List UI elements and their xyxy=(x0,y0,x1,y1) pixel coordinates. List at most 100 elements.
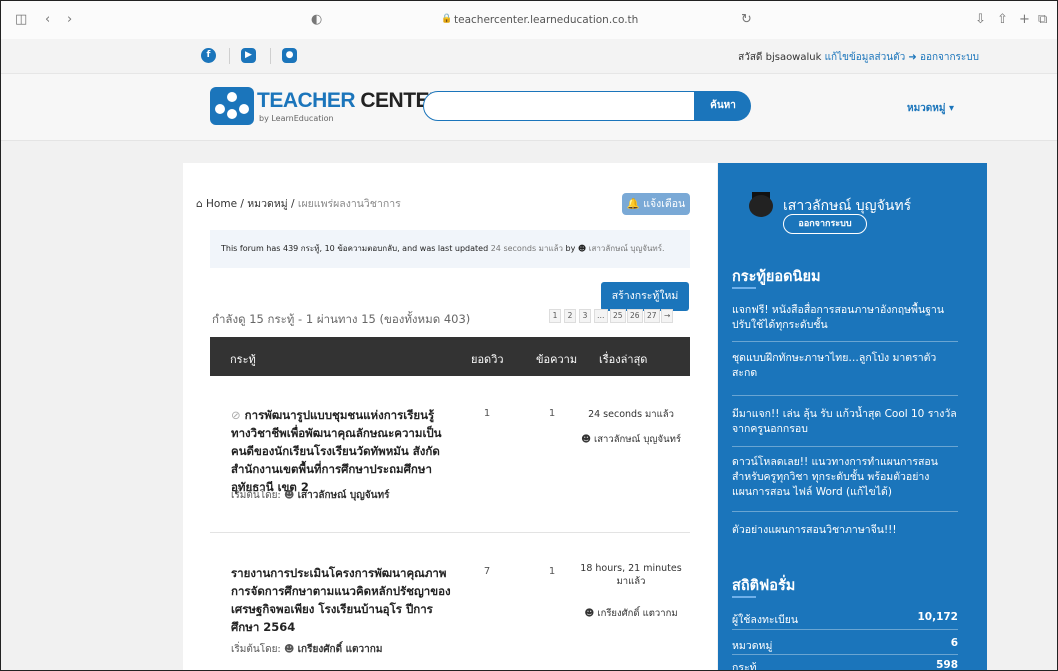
top-bar: f ▶ ● สวัสดี bjsaowaluk แก้ไขข้อมูลส่วนต… xyxy=(1,39,1057,74)
col-posts: ข้อความ xyxy=(536,353,578,366)
popular-topic-link[interactable]: ชุดแบบฝึกทักษะภาษาไทย…ลูกโป่ง มาตราตัว ส… xyxy=(732,351,958,381)
views-count: 7 xyxy=(483,566,491,577)
user-avatar-icon: ☻ xyxy=(284,490,295,501)
tabs-overview-icon[interactable]: ⧉ xyxy=(1038,12,1047,27)
divider xyxy=(229,48,230,64)
stat-row: ผู้ใช้ลงทะเบียน 10,172 xyxy=(732,611,958,628)
new-tab-icon[interactable]: + xyxy=(1019,12,1030,27)
last-updated-user[interactable]: เสาวลักษณ์ บุญจันทร์. xyxy=(589,244,665,253)
back-icon[interactable]: ‹ xyxy=(45,12,50,27)
logo-icon[interactable] xyxy=(210,87,254,125)
divider xyxy=(732,341,958,342)
stat-row: กระทู้ 598 xyxy=(732,659,958,671)
forum-info-box: This forum has 439 กระทู้, 10 ข้อความตอบ… xyxy=(210,230,690,268)
user-avatar-icon: ☻ xyxy=(577,244,587,253)
started-by: เริ่มต้นโดย: ☻ เกรียงศักดิ์ แตวากม xyxy=(231,644,383,655)
popular-topic-link[interactable]: ตัวอย่างแผนการสอนวิชาภาษาจีน!!! xyxy=(732,523,958,538)
forum-main: ⌂ Home / หมวดหมู่ / เผยแพร่ผลงานวิชาการ … xyxy=(183,163,717,670)
search-input[interactable] xyxy=(423,91,695,121)
user-avatar-icon: ☻ xyxy=(581,434,591,445)
stat-value: 598 xyxy=(936,659,958,671)
divider xyxy=(732,654,958,655)
paperclip-icon: ⊘ xyxy=(231,408,241,422)
divider xyxy=(732,511,958,512)
divider xyxy=(270,48,271,64)
started-by-user[interactable]: เสาวลักษณ์ บุญจันทร์ xyxy=(298,490,390,501)
latest-user[interactable]: ☻ เกรียงศักดิ์ แตวากม xyxy=(576,607,686,620)
logout-link[interactable]: ออกจากระบบ xyxy=(920,52,979,63)
user-avatar-icon: ☻ xyxy=(584,608,595,619)
breadcrumb-current: เผยแพร่ผลงานวิชาการ xyxy=(297,198,401,210)
search-button[interactable]: ค้นหา xyxy=(695,91,751,121)
views-count: 1 xyxy=(483,408,491,419)
category-menu[interactable]: หมวดหมู่ ▾ xyxy=(907,101,954,116)
stat-row: หมวดหมู่ 6 xyxy=(732,637,958,654)
download-icon[interactable]: ⇩ xyxy=(975,12,986,27)
facebook-icon[interactable]: f xyxy=(201,48,216,63)
browser-window: ◫ ‹ › ◐ 🔒 teachercenter.learneducation.c… xyxy=(0,0,1058,671)
site-header: TEACHER CENTER by LearnEducation ค้นหา ห… xyxy=(1,74,1057,141)
divider xyxy=(732,629,958,630)
breadcrumb: ⌂ Home / หมวดหมู่ / เผยแพร่ผลงานวิชาการ xyxy=(196,198,401,210)
col-topic: กระทู้ xyxy=(230,353,256,366)
popular-topic-link[interactable]: ดาวน์โหลดเลย!! แนวทางการทำแผนการสอนสำหรั… xyxy=(732,455,958,500)
reload-icon[interactable]: ↻ xyxy=(741,12,752,27)
started-by: เริ่มต้นโดย: ☻ เสาวลักษณ์ บุญจันทร์ xyxy=(231,490,390,501)
page-link[interactable]: 1 xyxy=(549,309,561,323)
sidebar-toggle-icon[interactable]: ◫ xyxy=(15,12,27,27)
table-header: กระทู้ ยอดวิว ข้อความ เรื่องล่าสุด xyxy=(210,337,690,376)
breadcrumb-category[interactable]: หมวดหมู่ xyxy=(247,198,287,210)
home-icon[interactable]: ⌂ xyxy=(196,198,203,210)
page-ellipsis: … xyxy=(594,309,608,323)
page-link[interactable]: 25 xyxy=(610,309,626,323)
new-topic-button[interactable]: สร้างกระทู้ใหม่ xyxy=(601,282,689,311)
bell-icon: 🔔 xyxy=(626,198,640,210)
popular-title: กระทู้ยอดนิยม xyxy=(732,269,821,285)
avatar[interactable] xyxy=(749,192,773,218)
started-by-user[interactable]: เกรียงศักดิ์ แตวากม xyxy=(298,644,383,655)
breadcrumb-home[interactable]: Home xyxy=(206,198,237,210)
topic-title[interactable]: รายงานการประเมินโครงการพัฒนาคุณภาพการจัด… xyxy=(231,564,451,636)
page-link[interactable]: 3 xyxy=(579,309,591,323)
notify-button[interactable]: 🔔 แจ้งเตือน xyxy=(622,193,690,215)
divider xyxy=(732,395,958,396)
address-bar[interactable]: 🔒 teachercenter.learneducation.co.th xyxy=(296,7,766,33)
latest-time[interactable]: 24 seconds มาแล้ว xyxy=(576,408,686,421)
title-underline xyxy=(732,287,756,289)
stat-value: 6 xyxy=(950,637,958,649)
table-row: รายงานการประเมินโครงการพัฒนาคุณภาพการจัด… xyxy=(210,533,690,670)
table-row: ⊘ การพัฒนารูปแบบชุมชนแห่งการเรียนรู้ทางว… xyxy=(210,376,690,533)
stat-label: ผู้ใช้ลงทะเบียน xyxy=(732,614,799,626)
forward-icon[interactable]: › xyxy=(67,12,72,27)
showing-count: กำลังดู 15 กระทู้ - 1 ผ่านทาง 15 (ของทั้… xyxy=(212,312,471,326)
popular-topic-link[interactable]: แจกฟรี! หนังสือสื่อการสอนภาษาอังกฤษพื้นฐ… xyxy=(732,303,958,333)
page-link[interactable]: 26 xyxy=(627,309,643,323)
sidebar-logout-button[interactable]: ออกจากระบบ xyxy=(783,214,867,234)
col-latest: เรื่องล่าสุด xyxy=(599,353,648,366)
sidebar: เสาวลักษณ์ บุญจันทร์ ออกจากระบบ กระทู้ยอ… xyxy=(718,163,987,671)
address-text[interactable]: teachercenter.learneducation.co.th xyxy=(454,14,638,26)
page-link[interactable]: 2 xyxy=(564,309,576,323)
stat-label: กระทู้ xyxy=(732,662,757,671)
user-greeting: สวัสดี bjsaowaluk แก้ไขข้อมูลส่วนตัว ➜ อ… xyxy=(738,50,979,65)
latest-time[interactable]: 18 hours, 21 minutes มาแล้ว xyxy=(576,562,686,588)
logo-text[interactable]: TEACHER CENTER xyxy=(257,89,444,113)
browser-toolbar: ◫ ‹ › ◐ 🔒 teachercenter.learneducation.c… xyxy=(1,1,1057,40)
stats-title: สถิติฟอรั่ม xyxy=(732,578,796,594)
edit-profile-link[interactable]: แก้ไขข้อมูลส่วนตัว xyxy=(825,52,906,63)
greeting-text: สวัสดี bjsaowaluk xyxy=(738,52,822,63)
last-updated-time[interactable]: 24 seconds มาแล้ว xyxy=(491,244,563,253)
posts-count: 1 xyxy=(548,566,556,577)
logout-icon[interactable]: ➜ xyxy=(908,52,916,63)
popular-topic-link[interactable]: มีมาแจก!! เล่น ลุ้น รับ แก้วน้ำสุด Cool … xyxy=(732,407,958,437)
latest-user[interactable]: ☻ เสาวลักษณ์ บุญจันทร์ xyxy=(576,433,686,446)
youtube-icon[interactable]: ▶ xyxy=(241,48,256,63)
stat-label: หมวดหมู่ xyxy=(732,640,773,652)
share-icon[interactable]: ⇧ xyxy=(997,12,1008,27)
logo-subtitle: by LearnEducation xyxy=(259,114,334,123)
col-views: ยอดวิว xyxy=(471,353,504,366)
topic-title[interactable]: ⊘ การพัฒนารูปแบบชุมชนแห่งการเรียนรู้ทางว… xyxy=(231,406,451,496)
next-page-button[interactable]: → xyxy=(661,309,674,323)
chat-icon[interactable]: ● xyxy=(282,48,297,63)
page-link[interactable]: 27 xyxy=(644,309,660,323)
